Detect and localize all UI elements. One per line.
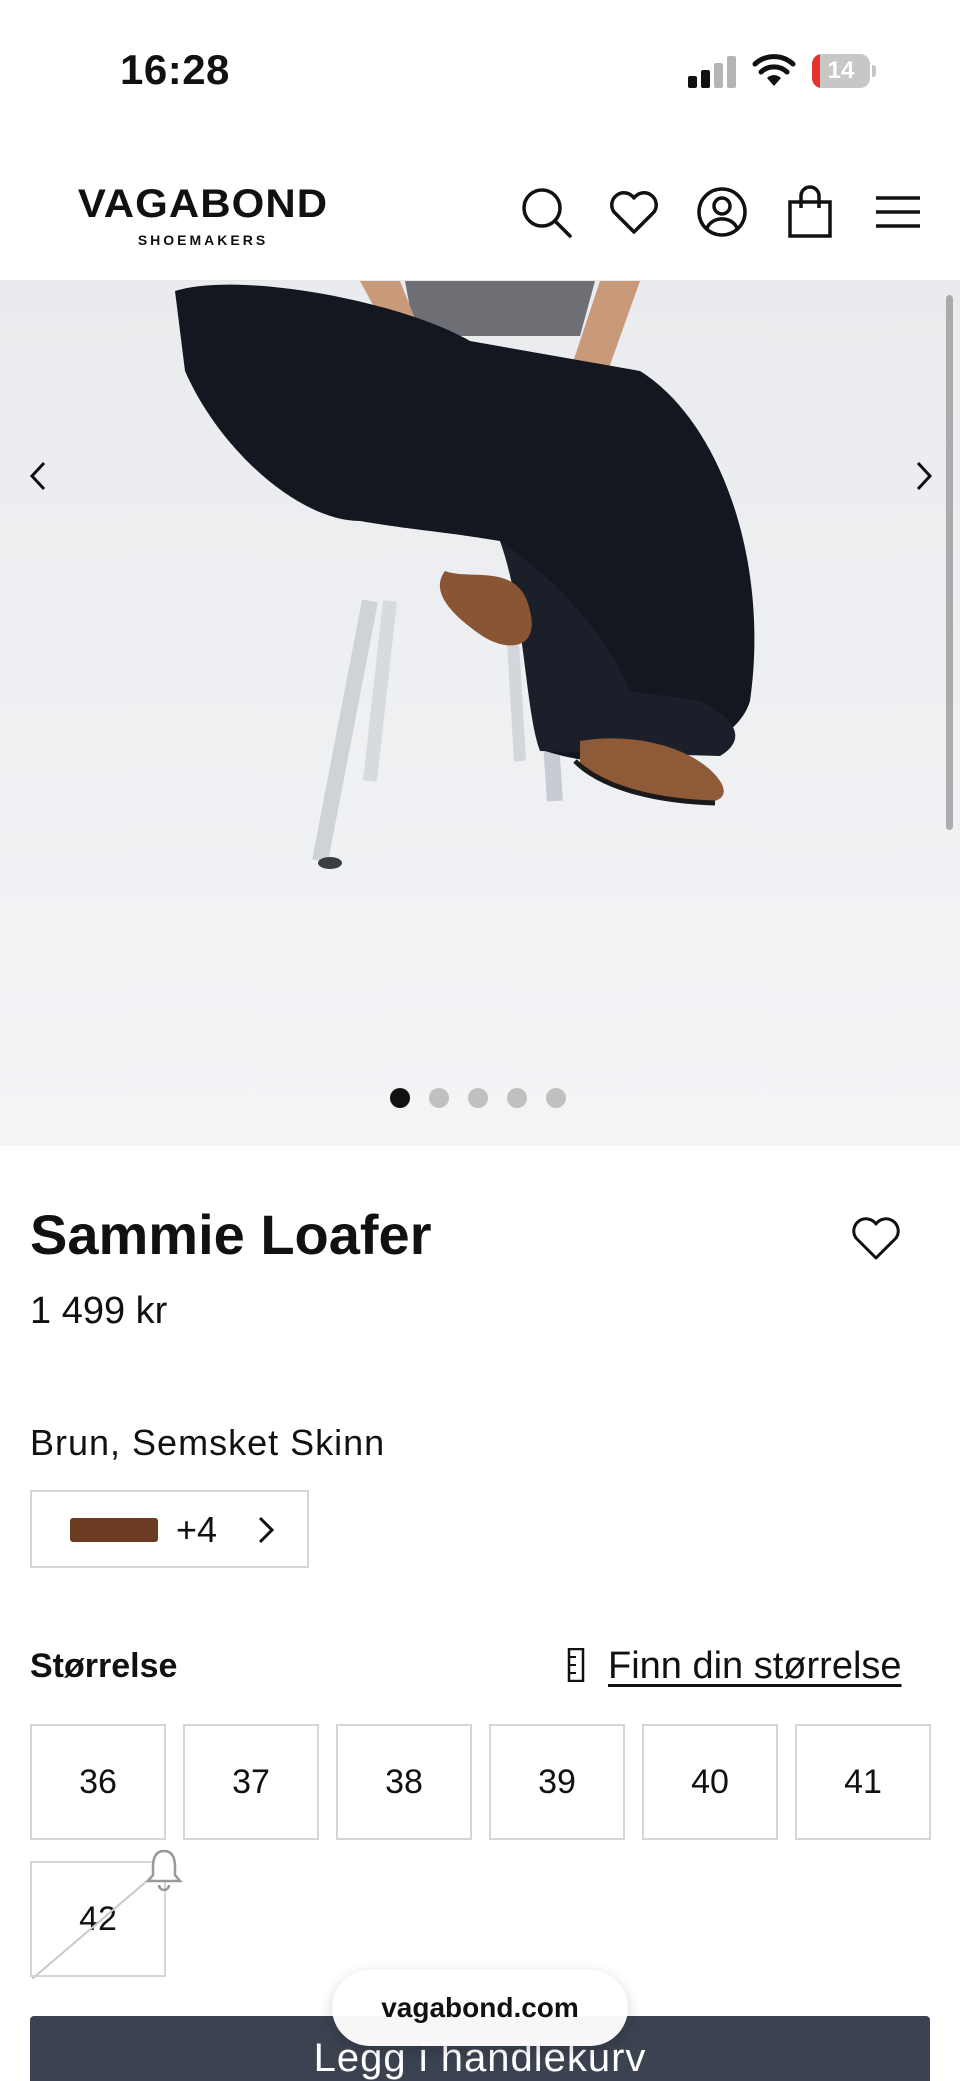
logo-subtitle: SHOEMAKERS [137,232,269,248]
battery-icon: 14 [812,54,876,88]
size-option-label: 39 [538,1763,576,1801]
chevron-right-icon [250,1512,280,1548]
heart-icon[interactable] [606,184,662,240]
product-image [0,281,960,1146]
chevron-right-icon[interactable] [898,451,948,501]
size-guide-link[interactable]: Finn din størrelse [608,1644,902,1688]
wifi-icon [752,52,796,88]
carousel-dot[interactable] [429,1088,449,1108]
size-option-label: 36 [79,1763,117,1801]
size-option-37[interactable]: 37 [183,1724,319,1840]
size-option-39[interactable]: 39 [489,1724,625,1840]
logo-wordmark: VAGABOND [77,182,329,226]
product-price: 1 499 kr [30,1290,168,1332]
carousel-dot[interactable] [507,1088,527,1108]
carousel-dot[interactable] [468,1088,488,1108]
wishlist-heart-icon[interactable] [848,1210,904,1266]
size-grid: 36 37 38 39 40 41 42 [30,1724,931,1980]
color-name: Brun, Semsket Skinn [30,1422,386,1463]
carousel-dot[interactable] [546,1088,566,1108]
color-swatch [70,1518,158,1542]
size-option-40[interactable]: 40 [642,1724,778,1840]
browser-url-bar[interactable]: vagabond.com [332,1970,628,2046]
size-option-38[interactable]: 38 [336,1724,472,1840]
cellular-signal-icon [688,56,738,88]
shopping-bag-icon[interactable] [782,184,838,240]
account-icon[interactable] [694,184,750,240]
site-header: VAGABOND SHOEMAKERS [0,140,960,281]
ruler-icon [566,1647,586,1683]
notify-bell-icon[interactable] [144,1847,184,1891]
size-option-label: 41 [844,1763,882,1801]
carousel-dot[interactable] [390,1088,410,1108]
scroll-indicator [946,295,953,830]
size-option-label: 37 [232,1763,270,1801]
size-option-36[interactable]: 36 [30,1724,166,1840]
status-bar: 16:28 14 [0,0,960,140]
product-image-carousel[interactable] [0,281,960,1146]
carousel-dots [390,1088,570,1110]
status-time: 16:28 [120,46,230,93]
more-colors-count: +4 [176,1509,218,1550]
chevron-left-icon[interactable] [14,451,64,501]
vagabond-logo[interactable]: VAGABOND SHOEMAKERS [38,184,368,248]
menu-icon[interactable] [870,184,926,240]
size-option-label: 40 [691,1763,729,1801]
battery-level: 14 [827,57,855,84]
size-option-label: 38 [385,1763,423,1801]
product-title: Sammie Loafer [30,1203,432,1266]
size-option-42[interactable]: 42 [30,1849,183,1979]
size-label: Størrelse [30,1647,178,1685]
size-option-41[interactable]: 41 [795,1724,931,1840]
search-icon[interactable] [518,184,574,240]
color-selector[interactable]: +4 [30,1490,309,1568]
